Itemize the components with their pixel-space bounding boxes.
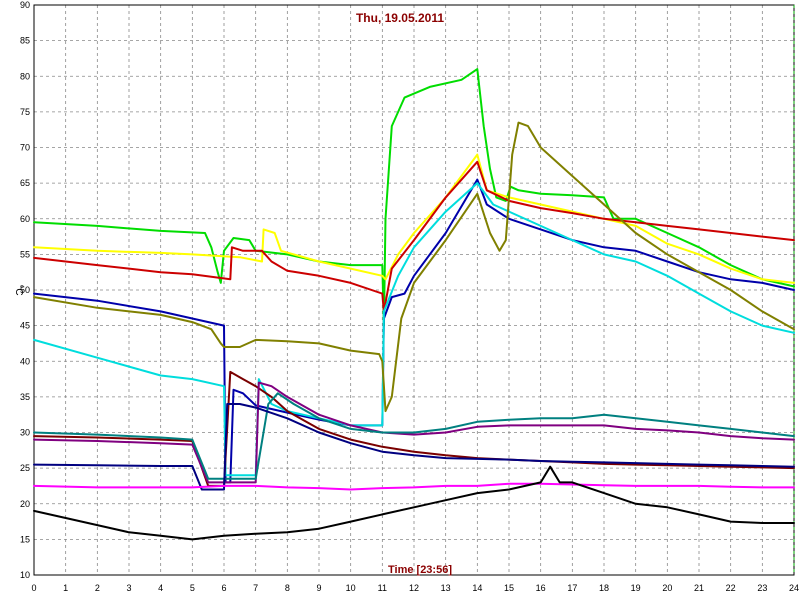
chart-root: 0 1 2 3 4 5 6 7 8 9 10 11 12 13 14 15 16 17 18 19 20 21 22 23 24… [0, 0, 800, 600]
x-tick-label: 7 [253, 583, 258, 593]
x-tick-label: 15 [504, 583, 514, 593]
x-tick-label: 3 [126, 583, 131, 593]
x-tick-label: 20 [662, 583, 672, 593]
x-tick-label: 8 [285, 583, 290, 593]
y-tick-label: 15 [20, 534, 30, 544]
y-axis-label: °C [13, 284, 24, 295]
x-tick-label: 19 [631, 583, 641, 593]
x-tick-label: 24 [789, 583, 799, 593]
x-tick-label: 14 [472, 583, 482, 593]
y-tick-label: 90 [20, 0, 30, 10]
x-tick-label: 23 [757, 583, 767, 593]
x-tick-label: 21 [694, 583, 704, 593]
y-tick-label: 75 [20, 107, 30, 117]
x-tick-label: 13 [441, 583, 451, 593]
y-tick-label: 65 [20, 178, 30, 188]
chart-title: Thu, 19.05.2011 [356, 11, 444, 25]
y-tick-label: 70 [20, 143, 30, 153]
x-tick-label: 6 [221, 583, 226, 593]
x-tick-label: 22 [726, 583, 736, 593]
y-tick-label: 80 [20, 71, 30, 81]
y-tick-label: 60 [20, 214, 30, 224]
y-tick-label: 85 [20, 36, 30, 46]
x-tick-label: 2 [95, 583, 100, 593]
y-tick-label: 45 [20, 321, 30, 331]
x-tick-label: 12 [409, 583, 419, 593]
x-tick-label: 17 [567, 583, 577, 593]
y-tick-label: 20 [20, 499, 30, 509]
x-tick-label: 0 [31, 583, 36, 593]
line-chart: 0 1 2 3 4 5 6 7 8 9 10 11 12 13 14 15 16 17 18 19 20 21 22 23 24… [13, 0, 799, 593]
x-tick-label: 1 [63, 583, 68, 593]
y-tick-label: 30 [20, 428, 30, 438]
y-tick-label: 10 [20, 570, 30, 580]
y-tick-label: 35 [20, 392, 30, 402]
y-tick-label: 55 [20, 249, 30, 259]
series-line-11 [33, 482, 795, 491]
x-tick-label: 11 [378, 583, 387, 593]
y-tick-label: 40 [20, 356, 30, 366]
series-line-10 [33, 403, 795, 491]
x-tick-label: 16 [536, 583, 546, 593]
x-tick-label: 9 [316, 583, 321, 593]
x-tick-label: 10 [346, 583, 356, 593]
y-tick-label: 25 [20, 463, 30, 473]
x-axis-label: Time [23:56] [388, 564, 452, 576]
x-tick-label: 5 [190, 583, 195, 593]
x-tick-label: 18 [599, 583, 609, 593]
x-tick-label: 4 [158, 583, 163, 593]
